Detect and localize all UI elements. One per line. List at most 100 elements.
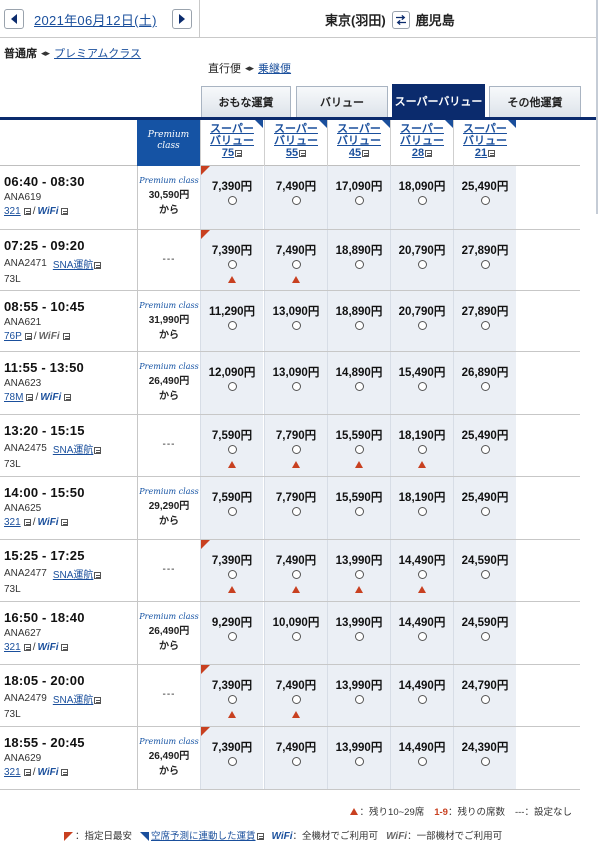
premium-fare-cell[interactable]: Premium class 26,490円 から: [137, 727, 200, 789]
direction-switch-link[interactable]: 乗継便: [258, 60, 291, 76]
select-fare-radio[interactable]: [417, 507, 427, 516]
fare-cell[interactable]: 7,790円: [264, 477, 327, 539]
select-fare-radio[interactable]: [417, 382, 427, 391]
select-fare-radio[interactable]: [417, 196, 427, 205]
fare-cell[interactable]: 27,890円: [453, 291, 516, 351]
select-fare-radio[interactable]: [227, 507, 237, 516]
fare-cell[interactable]: 18,890円: [327, 291, 390, 351]
select-fare-radio[interactable]: [227, 260, 237, 269]
select-fare-radio[interactable]: [480, 196, 490, 205]
premium-fare-cell[interactable]: Premium class 26,490円 から: [137, 352, 200, 414]
fare-cell[interactable]: 7,390円: [200, 230, 263, 290]
select-fare-radio[interactable]: [480, 260, 490, 269]
fare-cell[interactable]: 13,090円: [264, 352, 327, 414]
fare-cell[interactable]: 15,590円: [327, 415, 390, 476]
select-fare-radio[interactable]: [417, 260, 427, 269]
fare-cell[interactable]: 13,990円: [327, 727, 390, 789]
aircraft-link[interactable]: 321: [4, 767, 21, 778]
fare-cell[interactable]: 25,490円: [453, 477, 516, 539]
select-fare-radio[interactable]: [354, 632, 364, 641]
fare-cell[interactable]: 7,390円: [200, 166, 263, 229]
select-fare-radio[interactable]: [417, 632, 427, 641]
aircraft-link[interactable]: 76P: [4, 331, 22, 342]
operator-link[interactable]: SNA運航: [53, 695, 94, 706]
fare-cell[interactable]: 15,590円: [327, 477, 390, 539]
select-fare-radio[interactable]: [227, 196, 237, 205]
fare-cell[interactable]: 14,490円: [390, 727, 453, 789]
premium-fare-cell[interactable]: Premium class 26,490円 から: [137, 602, 200, 664]
select-fare-radio[interactable]: [291, 196, 301, 205]
operator-link[interactable]: SNA運航: [53, 260, 94, 271]
aircraft-link[interactable]: 78M: [4, 392, 23, 403]
fare-cell[interactable]: 10,090円: [264, 602, 327, 664]
select-fare-radio[interactable]: [227, 382, 237, 391]
select-fare-radio[interactable]: [480, 695, 490, 704]
select-fare-radio[interactable]: [291, 695, 301, 704]
select-fare-radio[interactable]: [354, 757, 364, 766]
select-fare-radio[interactable]: [354, 570, 364, 579]
select-fare-radio[interactable]: [354, 196, 364, 205]
fare-cell[interactable]: 13,990円: [327, 665, 390, 726]
operator-link[interactable]: SNA運航: [53, 570, 94, 581]
fare-cell[interactable]: 7,490円: [264, 540, 327, 601]
fare-cell[interactable]: 24,390円: [453, 727, 516, 789]
select-fare-radio[interactable]: [354, 695, 364, 704]
select-fare-radio[interactable]: [480, 382, 490, 391]
tab-super-value[interactable]: スーパーバリュー: [392, 84, 485, 117]
fare-cell[interactable]: 24,790円: [453, 665, 516, 726]
fare-cell[interactable]: 27,890円: [453, 230, 516, 290]
linked-fare-link[interactable]: 空席予測に連動した運賃: [151, 831, 256, 842]
fare-cell[interactable]: 14,490円: [390, 602, 453, 664]
select-fare-radio[interactable]: [354, 507, 364, 516]
fare-column-header[interactable]: スーパー バリュー 45: [327, 120, 390, 166]
select-fare-radio[interactable]: [291, 321, 301, 330]
tab-value[interactable]: バリュー: [296, 86, 388, 117]
fare-cell[interactable]: 20,790円: [390, 230, 453, 290]
select-fare-radio[interactable]: [417, 321, 427, 330]
fare-column-header[interactable]: スーパー バリュー 21: [453, 120, 516, 166]
tab-main-fares[interactable]: おもな運賃: [201, 86, 291, 117]
fare-cell[interactable]: 14,490円: [390, 665, 453, 726]
fare-cell[interactable]: 7,490円: [264, 166, 327, 229]
prev-day-button[interactable]: [4, 9, 24, 29]
fare-cell[interactable]: 17,090円: [327, 166, 390, 229]
fare-cell[interactable]: 12,090円: [200, 352, 263, 414]
fare-cell[interactable]: 24,590円: [453, 540, 516, 601]
select-fare-radio[interactable]: [354, 382, 364, 391]
select-fare-radio[interactable]: [291, 757, 301, 766]
fare-cell[interactable]: 13,990円: [327, 602, 390, 664]
select-fare-radio[interactable]: [480, 757, 490, 766]
fare-column-header[interactable]: スーパー バリュー 75: [200, 120, 263, 166]
fare-cell[interactable]: 7,390円: [200, 540, 263, 601]
fare-column-header[interactable]: スーパー バリュー 55: [264, 120, 327, 166]
aircraft-link[interactable]: 321: [4, 206, 21, 217]
select-fare-radio[interactable]: [291, 382, 301, 391]
fare-cell[interactable]: 25,490円: [453, 166, 516, 229]
select-fare-radio[interactable]: [291, 445, 301, 454]
select-fare-radio[interactable]: [480, 632, 490, 641]
select-fare-radio[interactable]: [291, 507, 301, 516]
next-day-button[interactable]: [172, 9, 192, 29]
fare-cell[interactable]: 18,190円: [390, 477, 453, 539]
aircraft-link[interactable]: 321: [4, 642, 21, 653]
fare-cell[interactable]: 18,890円: [327, 230, 390, 290]
premium-fare-cell[interactable]: Premium class 29,290円 から: [137, 477, 200, 539]
fare-cell[interactable]: 14,890円: [327, 352, 390, 414]
fare-cell[interactable]: 7,490円: [264, 230, 327, 290]
select-fare-radio[interactable]: [480, 570, 490, 579]
fare-cell[interactable]: 7,490円: [264, 727, 327, 789]
select-fare-radio[interactable]: [227, 757, 237, 766]
fare-cell[interactable]: 18,190円: [390, 415, 453, 476]
fare-cell[interactable]: 11,290円: [200, 291, 263, 351]
premium-fare-cell[interactable]: Premium class 30,590円 から: [137, 166, 200, 229]
select-fare-radio[interactable]: [227, 445, 237, 454]
premium-fare-cell[interactable]: Premium class 31,990円 から: [137, 291, 200, 351]
fare-cell[interactable]: 7,790円: [264, 415, 327, 476]
operator-link[interactable]: SNA運航: [53, 445, 94, 456]
select-fare-radio[interactable]: [417, 445, 427, 454]
select-fare-radio[interactable]: [354, 445, 364, 454]
select-fare-radio[interactable]: [227, 632, 237, 641]
select-fare-radio[interactable]: [227, 321, 237, 330]
select-fare-radio[interactable]: [291, 570, 301, 579]
fare-cell[interactable]: 7,590円: [200, 415, 263, 476]
